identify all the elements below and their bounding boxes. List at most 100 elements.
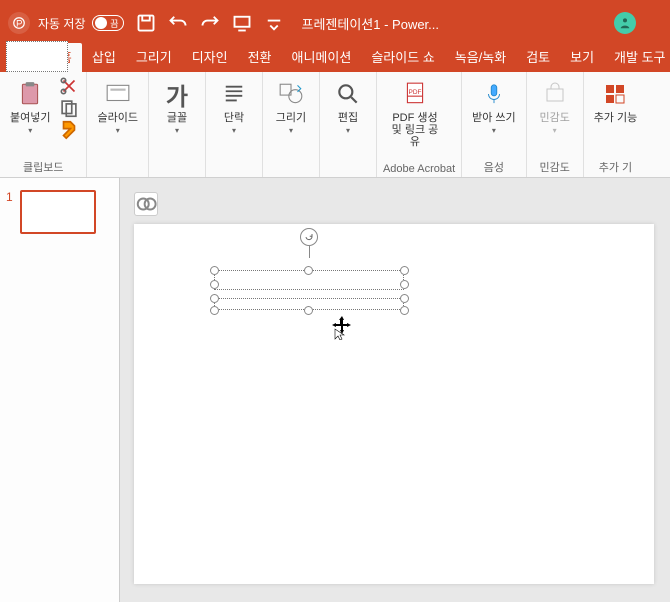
search-icon (332, 78, 364, 110)
slide-thumbnail-panel[interactable]: 1 (0, 178, 120, 602)
slide-icon (102, 78, 134, 110)
tab-transitions[interactable]: 전환 (238, 43, 282, 72)
ribbon: 붙여넣기 ▾ 클립보드 슬라이드 ▾ 가 글꼴 ▾ (0, 72, 670, 178)
sensitivity-button: 민감도 ▾ (533, 76, 577, 137)
clipboard-icon (14, 78, 46, 110)
group-label-clipboard: 클립보드 (6, 157, 80, 175)
chevron-down-icon: ▾ (492, 126, 496, 135)
slide[interactable] (134, 224, 654, 584)
addins-button[interactable]: 추가 기능 (590, 76, 642, 126)
tab-developer[interactable]: 개발 도구 (604, 43, 670, 72)
paste-button[interactable]: 붙여넣기 ▾ (6, 76, 54, 137)
selected-group[interactable] (204, 258, 414, 332)
autosave[interactable]: 자동 저장 끔 (38, 15, 124, 32)
group-slides: 슬라이드 ▾ (87, 72, 148, 177)
redo-button[interactable] (200, 13, 220, 33)
tab-insert[interactable]: 삽입 (82, 43, 126, 72)
format-painter-button[interactable] (58, 120, 80, 140)
title-bar: 자동 저장 끔 프레젠테이션1 - Power... (0, 0, 670, 46)
tab-draw[interactable]: 그리기 (126, 43, 182, 72)
group-paragraph: 단락 ▾ (206, 72, 263, 177)
autosave-label: 자동 저장 (38, 15, 86, 32)
workspace: 1 (0, 178, 670, 602)
cut-button[interactable] (58, 76, 80, 96)
chevron-down-icon: ▾ (553, 126, 557, 135)
tab-design[interactable]: 디자인 (182, 43, 238, 72)
paragraph-button[interactable]: 단락 ▾ (212, 76, 256, 137)
slide-number: 1 (6, 190, 16, 234)
microphone-icon (478, 78, 510, 110)
resize-handle-e2[interactable] (400, 294, 409, 303)
slide-canvas-area[interactable] (120, 178, 670, 602)
tab-review[interactable]: 검토 (516, 43, 560, 72)
qat-overflow-button[interactable] (264, 13, 284, 33)
group-font: 가 글꼴 ▾ (149, 72, 206, 177)
move-cursor-icon (332, 316, 352, 345)
chevron-down-icon: ▾ (28, 126, 32, 135)
addins-icon (599, 78, 631, 110)
group-sensitivity: 민감도 ▾ 민감도 (527, 72, 584, 177)
group-label-voice: 음성 (468, 157, 520, 175)
resize-handle-s[interactable] (304, 306, 313, 315)
chevron-down-icon: ▾ (289, 126, 293, 135)
slide-thumbnail[interactable] (20, 190, 96, 234)
app-icon (8, 12, 30, 34)
group-label-acrobat: Adobe Acrobat (383, 161, 455, 175)
resize-handle-w[interactable] (210, 280, 219, 289)
group-label-slides (93, 161, 141, 175)
group-drawing: 그리기 ▾ (263, 72, 320, 177)
group-editing: 편집 ▾ (320, 72, 377, 177)
designer-button[interactable] (134, 192, 158, 216)
font-icon: 가 (161, 78, 193, 110)
resize-handle-n[interactable] (304, 266, 313, 275)
save-button[interactable] (136, 13, 156, 33)
chevron-down-icon: ▾ (346, 126, 350, 135)
pdf-share-button[interactable]: PDF PDF 생성 및 링크 공유 (383, 76, 447, 150)
group-label-addins: 추가 기 (590, 157, 642, 175)
account-avatar[interactable] (614, 12, 636, 34)
document-title: 프레젠테이션1 - Power... (302, 14, 597, 33)
paragraph-icon (218, 78, 250, 110)
rotation-handle[interactable] (300, 228, 318, 246)
group-addins: 추가 기능 추가 기 (584, 72, 648, 177)
chevron-down-icon: ▾ (116, 126, 120, 135)
resize-handle-sw[interactable] (210, 306, 219, 315)
dictate-button[interactable]: 받아 쓰기 ▾ (468, 76, 520, 137)
tab-animations[interactable]: 애니메이션 (282, 43, 362, 72)
quick-access-toolbar (136, 13, 284, 33)
group-voice: 받아 쓰기 ▾ 음성 (462, 72, 527, 177)
tab-record[interactable]: 녹음/녹화 (445, 43, 516, 72)
powerpoint-icon (12, 16, 26, 30)
rotate-icon (303, 231, 315, 243)
group-clipboard: 붙여넣기 ▾ 클립보드 (0, 72, 87, 177)
start-from-beginning-button[interactable] (232, 13, 252, 33)
tab-slideshow[interactable]: 슬라이드 쇼 (361, 43, 444, 72)
group-acrobat: PDF PDF 생성 및 링크 공유 Adobe Acrobat (377, 72, 462, 177)
ribbon-tabs: 파일 홈 삽입 그리기 디자인 전환 애니메이션 슬라이드 쇼 녹음/녹화 검토… (0, 46, 670, 72)
autosave-toggle[interactable]: 끔 (92, 15, 124, 31)
tab-shape-format[interactable]: 도형 서 (6, 41, 68, 72)
copy-button[interactable] (58, 98, 80, 118)
font-button[interactable]: 가 글꼴 ▾ (155, 76, 199, 137)
tab-view[interactable]: 보기 (560, 43, 604, 72)
designer-icon (135, 193, 157, 215)
group-label-sensitivity: 민감도 (533, 157, 577, 175)
editing-button[interactable]: 편집 ▾ (326, 76, 370, 137)
user-icon (618, 16, 632, 30)
shapes-icon (275, 78, 307, 110)
svg-text:PDF: PDF (408, 89, 421, 96)
drawing-button[interactable]: 그리기 ▾ (269, 76, 313, 137)
resize-handle-nw[interactable] (210, 266, 219, 275)
chevron-down-icon: ▾ (232, 126, 236, 135)
undo-button[interactable] (168, 13, 188, 33)
resize-handle-se[interactable] (400, 306, 409, 315)
slide-thumbnail-1[interactable]: 1 (6, 190, 113, 234)
slides-button[interactable]: 슬라이드 ▾ (93, 76, 141, 137)
resize-handle-e[interactable] (400, 280, 409, 289)
pdf-icon: PDF (399, 78, 431, 110)
resize-handle-ne[interactable] (400, 266, 409, 275)
autosave-state: 끔 (110, 17, 118, 30)
sensitivity-icon (539, 78, 571, 110)
chevron-down-icon: ▾ (175, 126, 179, 135)
resize-handle-w2[interactable] (210, 294, 219, 303)
